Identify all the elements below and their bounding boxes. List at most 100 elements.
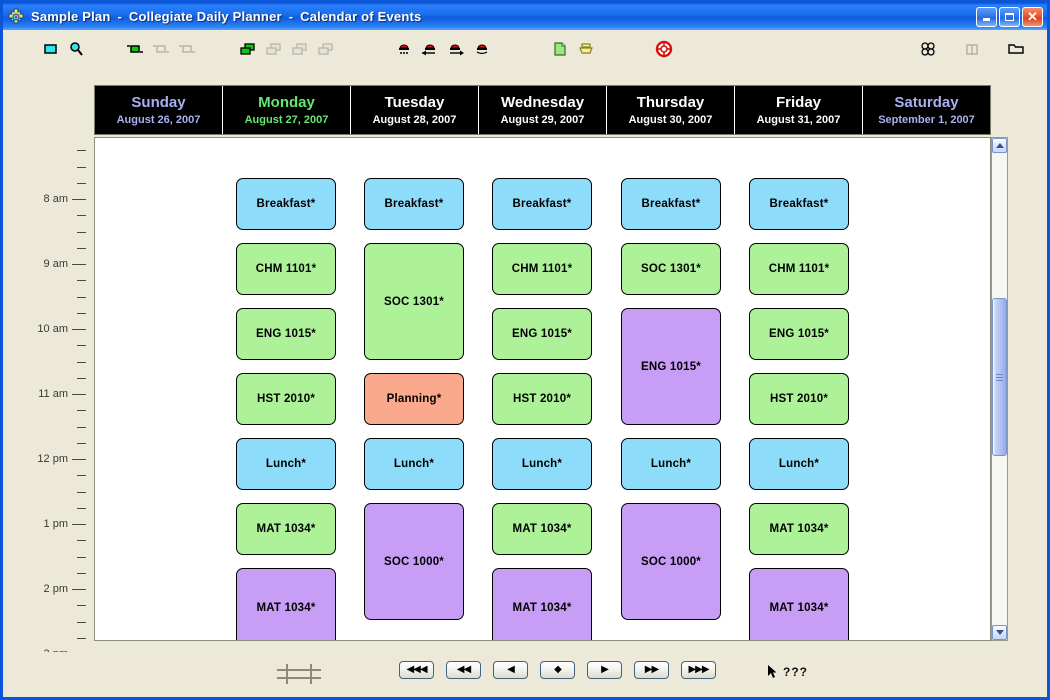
event-block[interactable]: CHM 1101* — [492, 243, 592, 295]
title-bar[interactable]: Sample Plan - Collegiate Daily Planner -… — [3, 3, 1047, 30]
day-header-wednesday[interactable]: WednesdayAugust 29, 2007 — [479, 86, 607, 134]
event-block[interactable]: MAT 1034* — [492, 503, 592, 555]
bring-to-front-icon[interactable] — [235, 36, 261, 62]
align-center-icon — [149, 36, 175, 62]
print-icon[interactable] — [573, 36, 599, 62]
nav-prev-page-button[interactable]: ◀◀ — [446, 661, 481, 679]
scrollbar-thumb[interactable] — [992, 298, 1007, 456]
event-block[interactable]: ENG 1015* — [236, 308, 336, 360]
nav-prev-button[interactable]: ◀ — [493, 661, 528, 679]
event-block[interactable]: CHM 1101* — [236, 243, 336, 295]
event-label: Lunch* — [651, 458, 691, 470]
quarter-tick — [77, 475, 86, 476]
maximize-button[interactable] — [999, 7, 1020, 27]
event-block[interactable]: SOC 1301* — [621, 243, 721, 295]
event-block[interactable]: MAT 1034* — [492, 568, 592, 641]
nav-next-page-button[interactable]: ▶▶ — [634, 661, 669, 679]
align-left-icon[interactable] — [123, 36, 149, 62]
select-tool-icon[interactable] — [37, 36, 63, 62]
day-header-friday[interactable]: FridayAugust 31, 2007 — [735, 86, 863, 134]
event-block[interactable]: CHM 1101* — [749, 243, 849, 295]
day-header-sunday[interactable]: SundayAugust 26, 2007 — [95, 86, 223, 134]
event-label: MAT 1034* — [512, 602, 571, 614]
zoom-tool-icon[interactable] — [63, 36, 89, 62]
window-title-part-3: Calendar of Events — [300, 9, 421, 24]
move-left-icon[interactable] — [417, 36, 443, 62]
scroll-down-button[interactable] — [992, 625, 1007, 640]
event-block[interactable]: Breakfast* — [492, 178, 592, 230]
event-block[interactable]: SOC 1301* — [364, 243, 464, 360]
vertical-scrollbar[interactable] — [991, 137, 1008, 641]
event-block[interactable]: Lunch* — [364, 438, 464, 490]
grid-view-icon[interactable] — [915, 36, 941, 62]
event-label: Breakfast* — [385, 198, 444, 210]
event-block[interactable]: Breakfast* — [749, 178, 849, 230]
help-lifesaver-icon[interactable] — [651, 36, 677, 62]
event-label: MAT 1034* — [769, 523, 828, 535]
nav-today-button[interactable]: ◆ — [540, 661, 575, 679]
timeline-track-icon[interactable] — [275, 662, 325, 686]
open-folder-icon[interactable] — [1003, 36, 1029, 62]
nav-next-button[interactable]: ▶ — [587, 661, 622, 679]
event-block[interactable]: SOC 1000* — [621, 503, 721, 620]
event-label: Lunch* — [779, 458, 819, 470]
event-block[interactable]: SOC 1000* — [364, 503, 464, 620]
event-block[interactable]: MAT 1034* — [236, 568, 336, 641]
close-button[interactable]: ✕ — [1022, 7, 1043, 27]
grip-icon — [996, 372, 1003, 383]
chevron-down-icon — [996, 630, 1004, 635]
day-name-label: Thursday — [637, 94, 705, 112]
event-label: SOC 1000* — [641, 556, 701, 568]
event-block[interactable]: Planning* — [364, 373, 464, 425]
event-block[interactable]: Lunch* — [492, 438, 592, 490]
day-date-label: August 29, 2007 — [501, 113, 585, 127]
event-block[interactable]: Lunch* — [749, 438, 849, 490]
event-block[interactable]: HST 2010* — [749, 373, 849, 425]
send-to-back-icon — [313, 36, 339, 62]
day-header-monday[interactable]: MondayAugust 27, 2007 — [223, 86, 351, 134]
new-document-icon[interactable] — [547, 36, 573, 62]
event-label: CHM 1101* — [256, 263, 317, 275]
nav-glyph-icon: ◆ — [554, 665, 561, 675]
event-block[interactable]: Breakfast* — [364, 178, 464, 230]
scroll-up-button[interactable] — [992, 138, 1007, 153]
day-header-saturday[interactable]: SaturdaySeptember 1, 2007 — [863, 86, 990, 134]
quarter-tick — [77, 492, 86, 493]
reset-position-icon[interactable] — [469, 36, 495, 62]
event-block[interactable]: Breakfast* — [621, 178, 721, 230]
minimize-button[interactable] — [976, 7, 997, 27]
event-label: CHM 1101* — [512, 263, 573, 275]
event-block[interactable]: HST 2010* — [236, 373, 336, 425]
event-block[interactable]: ENG 1015* — [749, 308, 849, 360]
day-header-tuesday[interactable]: TuesdayAugust 28, 2007 — [351, 86, 479, 134]
event-label: ENG 1015* — [512, 328, 572, 340]
event-label: Lunch* — [522, 458, 562, 470]
main-toolbar — [3, 30, 1047, 68]
event-block[interactable]: MAT 1034* — [236, 503, 336, 555]
event-block[interactable]: ENG 1015* — [492, 308, 592, 360]
hour-tick — [72, 589, 86, 590]
navigation-buttons: ◀◀◀◀◀◀◆▶▶▶▶▶▶ — [399, 661, 716, 679]
event-block[interactable]: HST 2010* — [492, 373, 592, 425]
quarter-tick — [77, 508, 86, 509]
day-name-label: Sunday — [131, 94, 185, 112]
nav-glyph-icon: ▶ — [601, 665, 608, 675]
event-block[interactable]: ENG 1015* — [621, 308, 721, 425]
event-block[interactable]: MAT 1034* — [749, 568, 849, 641]
calendar-grid[interactable]: Breakfast* CHM 1101* ENG 1015* HST 2010* Lun… — [94, 137, 991, 641]
event-block[interactable]: Lunch* — [236, 438, 336, 490]
maximize-icon — [1005, 13, 1014, 21]
send-backward-icon — [287, 36, 313, 62]
anchor-point-icon[interactable] — [391, 36, 417, 62]
status-area: ??? — [767, 664, 808, 679]
nav-first-button[interactable]: ◀◀◀ — [399, 661, 434, 679]
nav-last-button[interactable]: ▶▶▶ — [681, 661, 716, 679]
day-header-thursday[interactable]: ThursdayAugust 30, 2007 — [607, 86, 735, 134]
event-block[interactable]: Breakfast* — [236, 178, 336, 230]
event-block[interactable]: Lunch* — [621, 438, 721, 490]
title-separator-1: - — [118, 9, 122, 24]
event-block[interactable]: MAT 1034* — [749, 503, 849, 555]
day-name-label: Tuesday — [385, 94, 445, 112]
event-label: ENG 1015* — [769, 328, 829, 340]
move-right-icon[interactable] — [443, 36, 469, 62]
